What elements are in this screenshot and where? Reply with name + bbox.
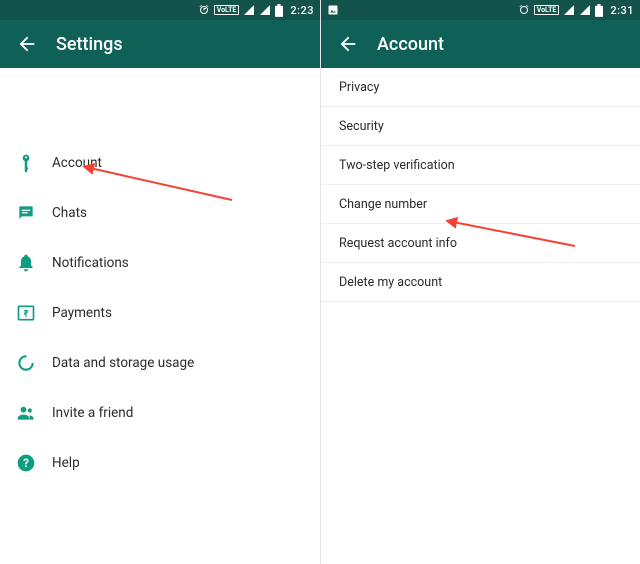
back-button[interactable] [12,29,42,59]
list-item-label: Invite a friend [52,405,320,421]
data-icon [16,353,52,373]
app-bar: Account [321,20,640,68]
alarm-icon [198,4,210,16]
list-item-label: Privacy [339,80,379,95]
list-item-label: Payments [52,305,320,321]
list-item-help[interactable]: ? Help [0,438,320,488]
signal-icon-2 [579,4,591,16]
list-item-label: Security [339,119,384,134]
arrow-back-icon [337,33,359,55]
list-item-change-number[interactable]: Change number [321,185,640,224]
list-item-payments[interactable]: ₹ Payments [0,288,320,338]
svg-text:₹: ₹ [24,309,29,319]
list-item-security[interactable]: Security [321,107,640,146]
battery-icon [595,4,603,17]
list-item-label: Notifications [52,255,320,271]
list-item-invite[interactable]: Invite a friend [0,388,320,438]
app-bar: Settings [0,20,320,68]
page-title: Settings [56,34,123,55]
chat-icon [16,203,52,223]
settings-list: Account Chats Notifications [0,138,320,488]
volte-badge: VoLTE [534,5,560,15]
list-item-label: Chats [52,205,320,221]
account-content: Privacy Security Two-step verification C… [321,68,640,302]
settings-content: Account Chats Notifications [0,68,320,488]
phone-account: VoLTE 2:31 Account Privacy Security Two-… [320,0,640,564]
signal-icon-2 [259,4,271,16]
bell-icon [16,253,52,273]
arrow-back-icon [16,33,38,55]
list-item-label: Account [52,155,320,171]
list-item-label: Data and storage usage [52,355,320,371]
status-bar: VoLTE 2:23 [0,0,320,20]
key-icon [16,153,52,173]
list-item-account[interactable]: Account [0,138,320,188]
status-clock: 2:23 [290,4,314,17]
list-item-label: Two-step verification [339,158,455,173]
profile-gap [0,68,320,138]
people-icon [16,403,52,423]
list-item-request-info[interactable]: Request account info [321,224,640,263]
list-item-data-usage[interactable]: Data and storage usage [0,338,320,388]
list-item-two-step[interactable]: Two-step verification [321,146,640,185]
signal-icon [563,4,575,16]
list-item-delete-account[interactable]: Delete my account [321,263,640,302]
list-item-label: Help [52,455,320,471]
signal-icon [243,4,255,16]
image-indicator-icon [327,4,339,16]
list-item-label: Change number [339,197,427,212]
list-item-privacy[interactable]: Privacy [321,68,640,107]
volte-badge: VoLTE [214,5,240,15]
list-item-chats[interactable]: Chats [0,188,320,238]
svg-text:?: ? [23,456,29,470]
battery-icon [275,4,283,17]
rupee-icon: ₹ [16,303,52,323]
status-clock: 2:31 [610,4,634,17]
status-bar: VoLTE 2:31 [321,0,640,20]
phone-settings: VoLTE 2:23 Settings Account [0,0,320,564]
list-item-label: Delete my account [339,275,442,290]
alarm-icon [518,4,530,16]
list-item-notifications[interactable]: Notifications [0,238,320,288]
list-item-label: Request account info [339,236,457,251]
help-icon: ? [16,453,52,473]
page-title: Account [377,34,444,55]
back-button[interactable] [333,29,363,59]
